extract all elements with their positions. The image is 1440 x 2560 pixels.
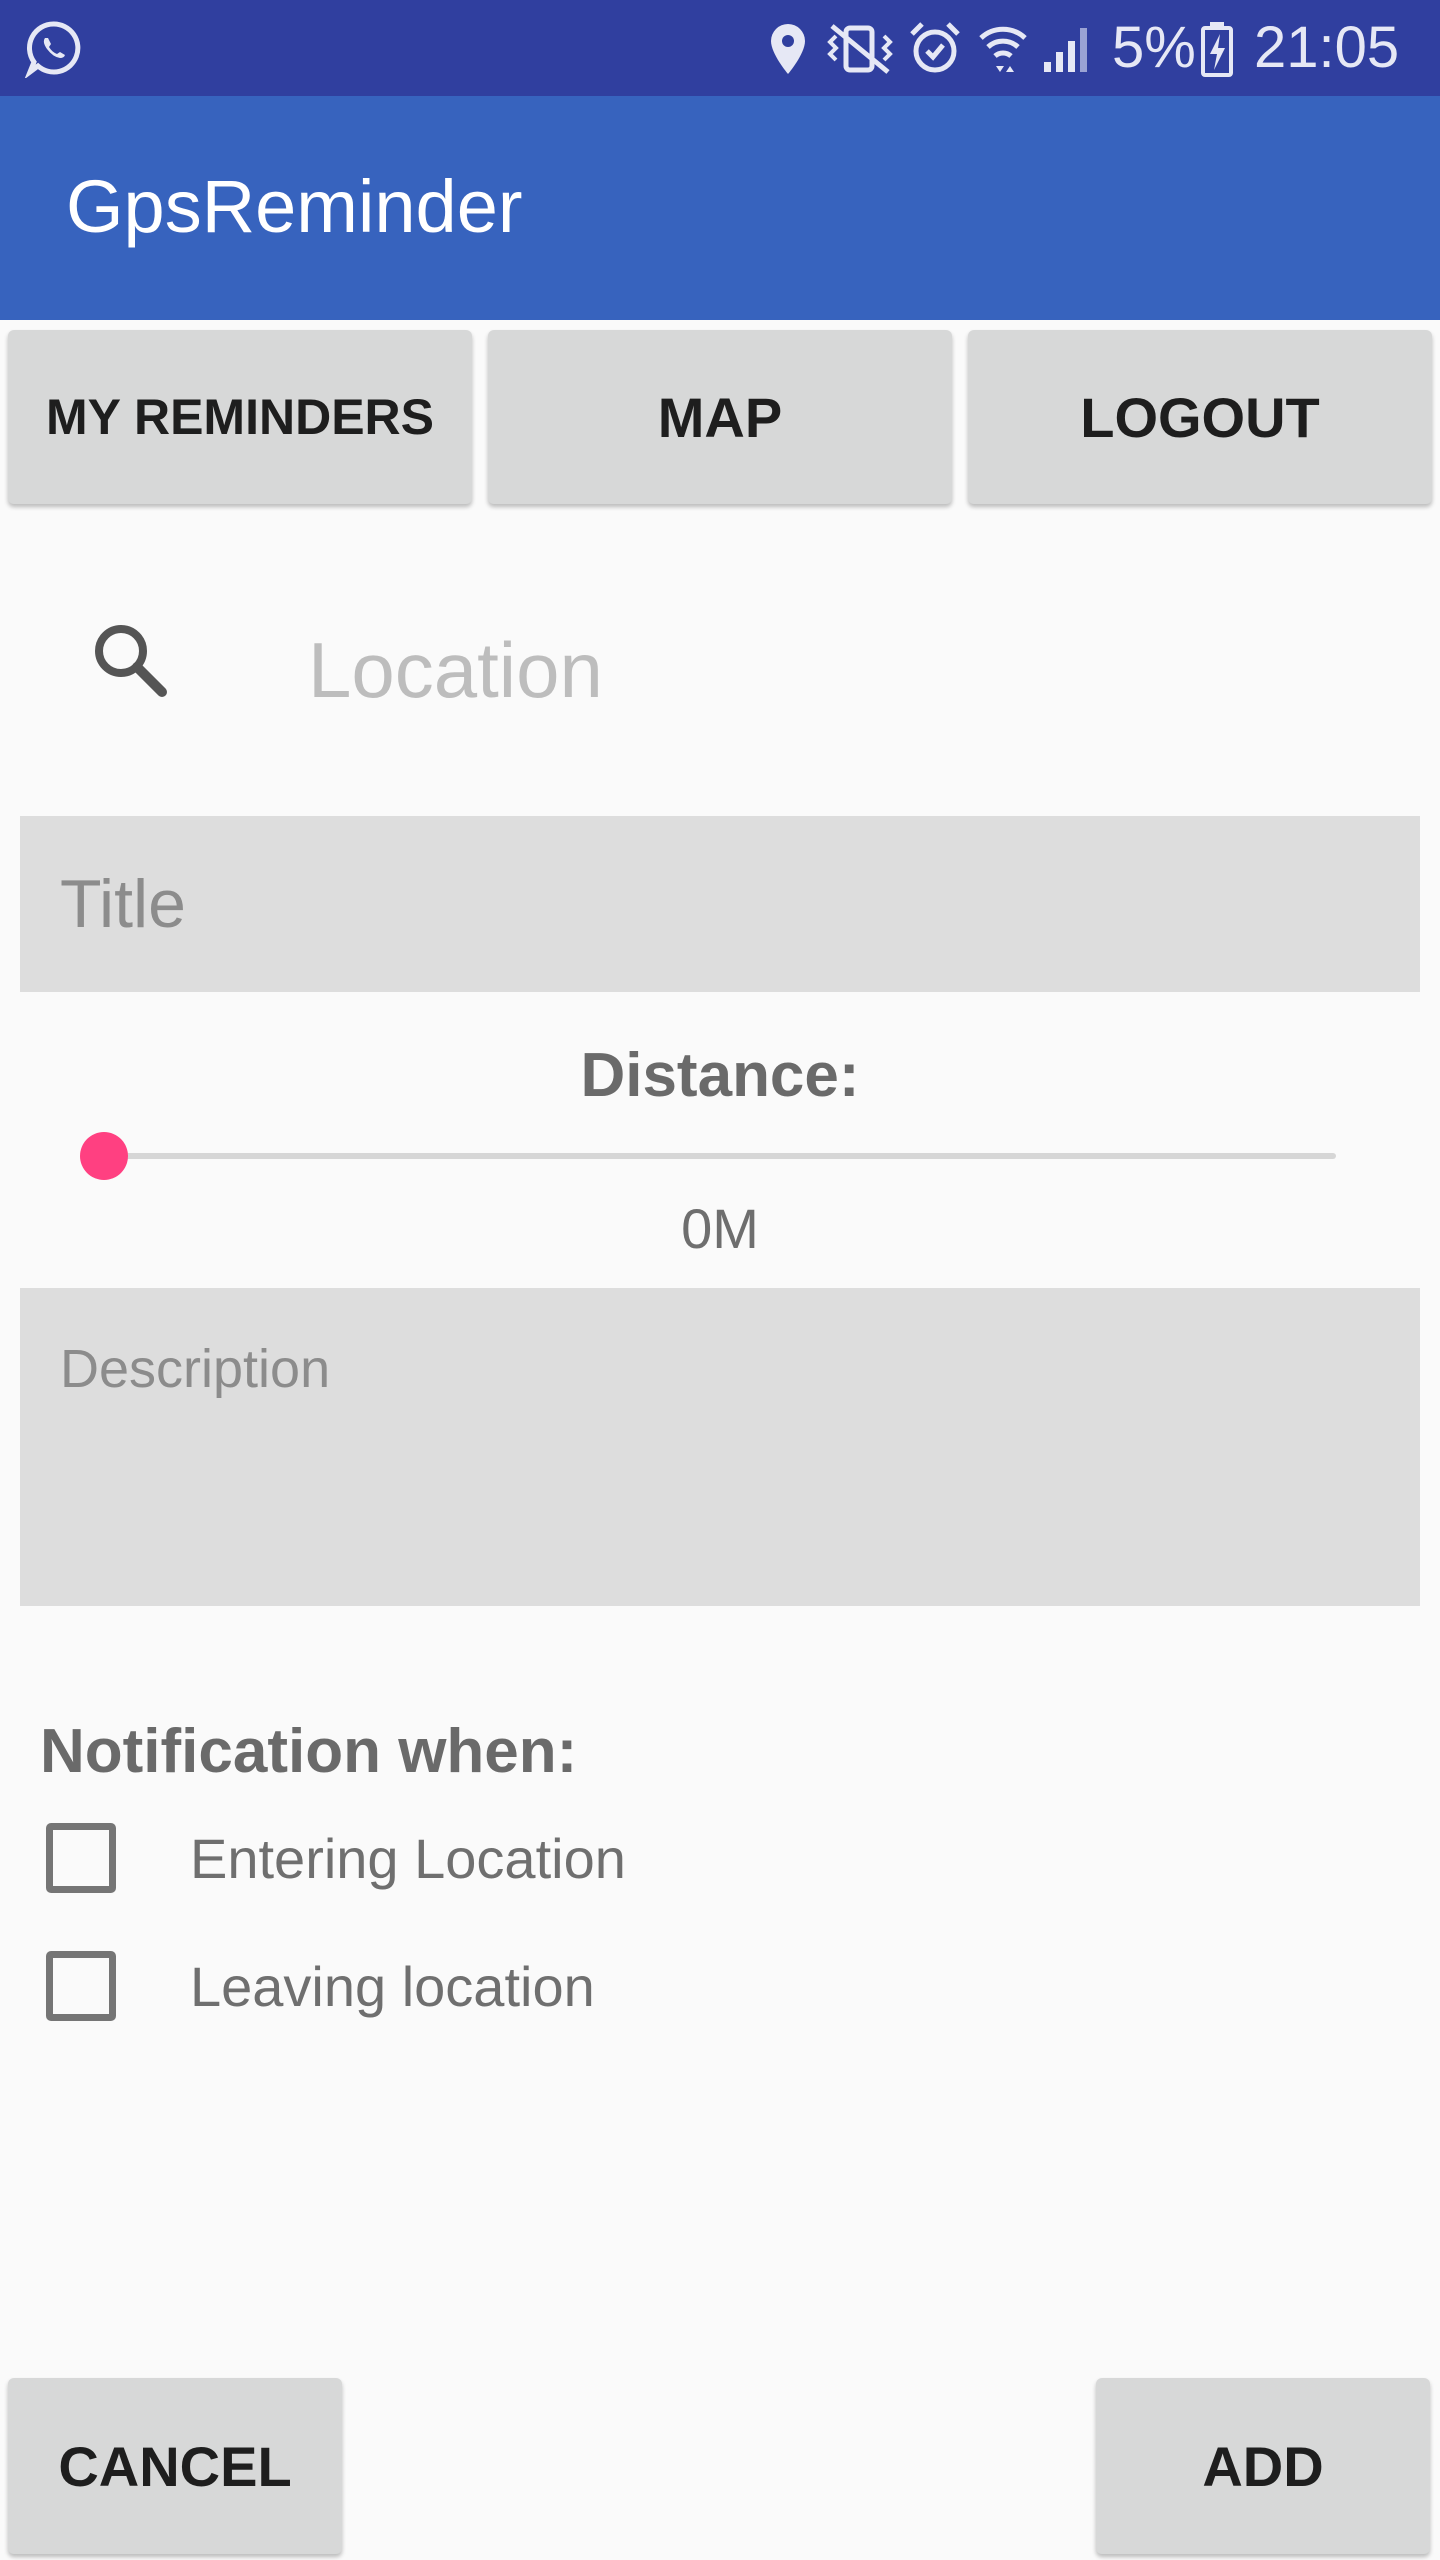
search-icon[interactable] <box>90 620 170 700</box>
alarm-icon <box>910 22 960 73</box>
slider-track <box>104 1153 1336 1159</box>
my-reminders-button[interactable]: MY REMINDERS <box>8 330 472 504</box>
status-time: 21:05 <box>1254 15 1400 80</box>
app-title: GpsReminder <box>66 165 523 248</box>
leaving-location-option[interactable]: Leaving location <box>46 1946 595 2026</box>
leaving-location-checkbox[interactable] <box>46 1951 116 2021</box>
add-button[interactable]: ADD <box>1096 2378 1430 2554</box>
status-bar: 5% 21:05 <box>0 0 1440 96</box>
location-search-input[interactable] <box>306 610 1366 730</box>
leaving-location-label: Leaving location <box>190 1954 595 2018</box>
whatsapp-icon <box>24 21 81 78</box>
logout-button[interactable]: LOGOUT <box>968 330 1432 504</box>
vibrate-mute-icon <box>827 24 893 74</box>
slider-thumb[interactable] <box>80 1132 128 1180</box>
battery-percent: 5% <box>1112 15 1196 80</box>
map-button[interactable]: MAP <box>488 330 952 504</box>
distance-value: 0M <box>681 1197 759 1260</box>
location-pin-icon <box>771 24 805 74</box>
signal-icon <box>1044 28 1087 72</box>
app-bar: GpsReminder <box>0 96 1440 320</box>
description-field[interactable] <box>20 1288 1420 1606</box>
entering-location-option[interactable]: Entering Location <box>46 1818 626 1898</box>
cancel-button[interactable]: CANCEL <box>8 2378 342 2554</box>
entering-location-label: Entering Location <box>190 1826 626 1890</box>
notification-heading: Notification when: <box>40 1717 578 1786</box>
distance-slider[interactable] <box>80 1128 1336 1184</box>
distance-label: Distance: <box>580 1041 860 1110</box>
entering-location-checkbox[interactable] <box>46 1823 116 1893</box>
wifi-icon <box>979 26 1027 72</box>
title-field[interactable] <box>20 816 1420 992</box>
battery-charging-icon <box>1201 22 1233 77</box>
